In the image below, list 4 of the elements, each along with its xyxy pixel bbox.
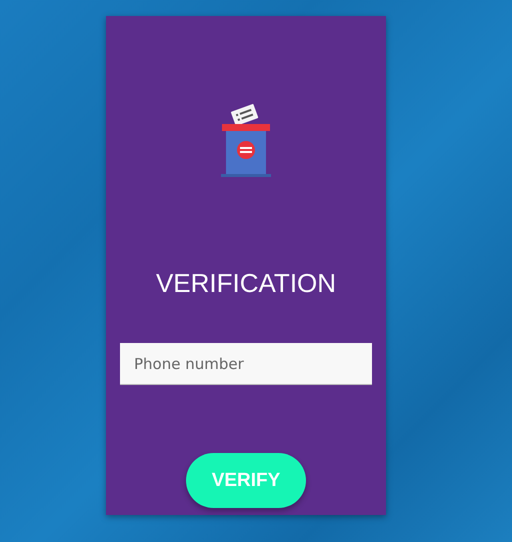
- phone-number-field[interactable]: Phone number: [120, 343, 372, 385]
- ballot-box-icon: [220, 102, 272, 178]
- verify-button[interactable]: VERIFY: [186, 453, 306, 508]
- title: VERIFICATION: [156, 268, 336, 298]
